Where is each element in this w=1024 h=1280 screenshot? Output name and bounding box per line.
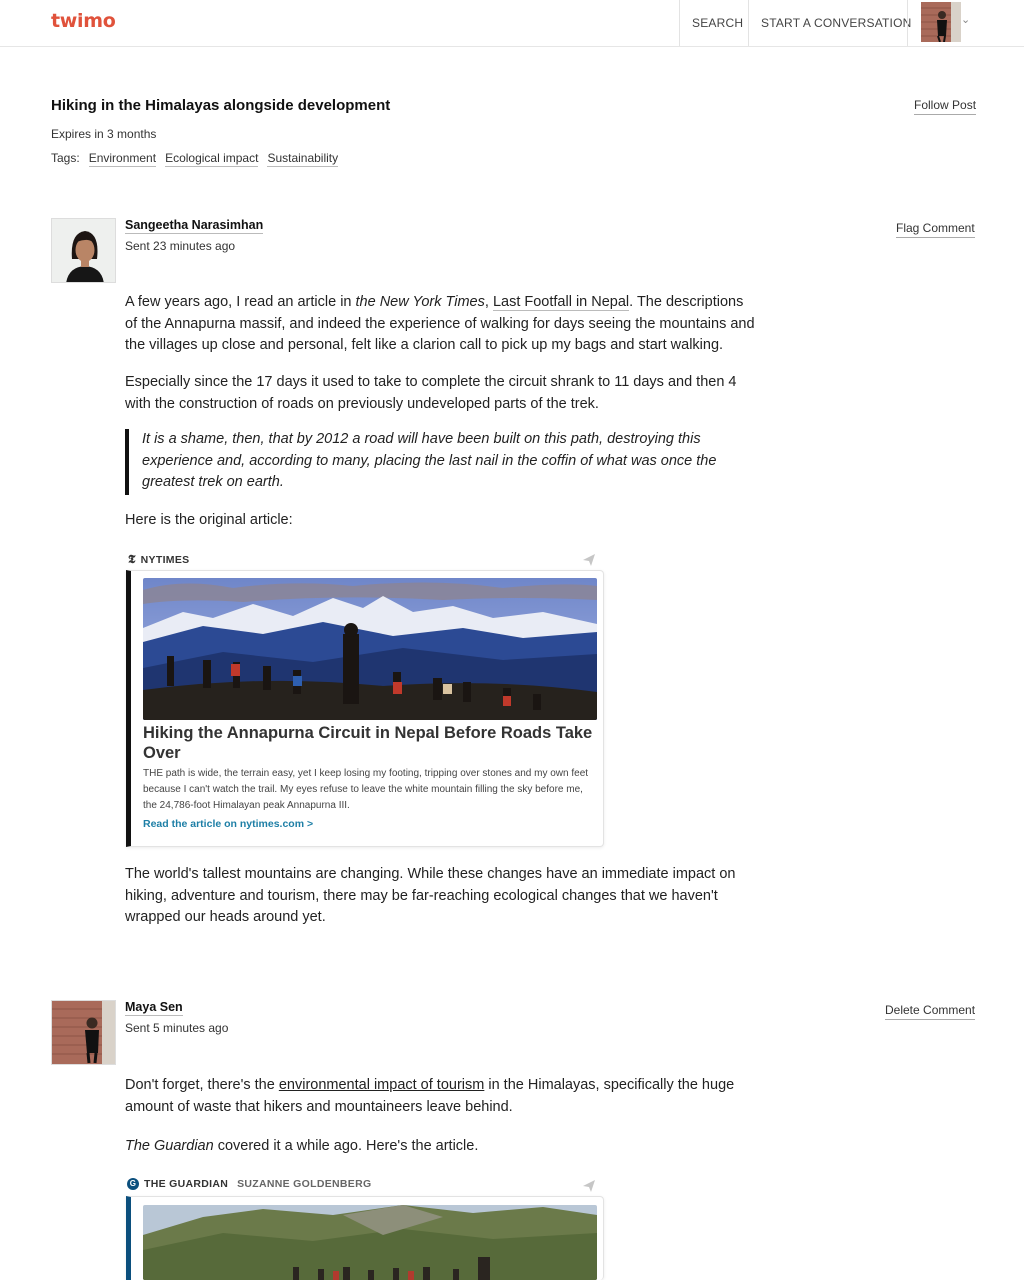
post-tags: Tags: Environment Ecological impact Sust… [51,151,339,167]
comment-paragraph: The Guardian covered it a while ago. Her… [125,1138,479,1154]
embed-description: THE path is wide, the terrain easy, yet … [143,768,589,811]
comment-author[interactable]: Sangeetha Narasimhan [125,218,264,234]
comment-paragraph: Especially since the 17 days it used to … [125,374,737,412]
comment-paragraph: The world's tallest mountains are changi… [125,866,736,925]
read-article-link[interactable]: Read the article on nytimes.com > [143,818,313,830]
post-expiry: Expires in 3 months [51,127,157,141]
embed-author: SUZANNE GOLDENBERG [237,1178,372,1190]
nav-divider [679,0,680,46]
publication-name: The Guardian [125,1138,214,1154]
send-icon[interactable] [582,1179,596,1196]
tag-environment[interactable]: Environment [88,151,157,167]
blockquote: It is a shame, then, that by 2012 a road… [125,429,745,495]
comment-paragraph: Don't forget, there's the environmental … [125,1077,735,1115]
tag-sustainability[interactable]: Sustainability [267,151,339,167]
article-image [143,1205,597,1280]
embed-title[interactable]: Hiking the Annapurna Circuit in Nepal Be… [143,723,593,763]
avatar[interactable] [51,218,116,283]
comment-author[interactable]: Maya Sen [125,1000,183,1016]
environmental-impact-link[interactable]: environmental impact of tourism [279,1077,485,1093]
post-title: Hiking in the Himalayas alongside develo… [51,97,391,114]
nav-divider [907,0,908,46]
embed-source: G THE GUARDIAN SUZANNE GOLDENBERG [127,1178,371,1190]
comment-timestamp: Sent 23 minutes ago [125,239,236,253]
comment-timestamp: Sent 5 minutes ago [125,1021,229,1035]
avatar[interactable] [51,1000,116,1065]
start-conversation-nav-link[interactable]: START A CONVERSATION [761,16,911,30]
tag-ecological-impact[interactable]: Ecological impact [165,151,259,167]
send-icon[interactable] [582,553,596,570]
nyt-logo-icon: 𝕿 [128,552,136,566]
follow-post-button[interactable]: Follow Post [914,98,977,115]
top-bar: twimo SEARCH START A CONVERSATION ⌄ [0,0,1024,47]
nav-divider [748,0,749,46]
publication-name: the New York Times [355,294,485,310]
flag-comment-button[interactable]: Flag Comment [896,221,975,238]
tags-label: Tags: [51,151,80,165]
twimo-logo[interactable]: twimo [51,10,116,32]
article-link[interactable]: Last Footfall in Nepal [492,294,630,311]
user-avatar-menu[interactable] [921,2,961,42]
comment-paragraph: Here is the original article: [125,512,293,528]
caret-down-icon[interactable]: ⌄ [961,13,970,26]
search-nav-link[interactable]: SEARCH [692,16,743,30]
embed-source: 𝕿 NYTIMES [128,552,190,566]
guardian-logo-icon: G [127,1178,139,1190]
delete-comment-button[interactable]: Delete Comment [885,1003,976,1020]
article-image [143,578,597,720]
comment-paragraph: A few years ago, I read an article in th… [125,294,755,353]
